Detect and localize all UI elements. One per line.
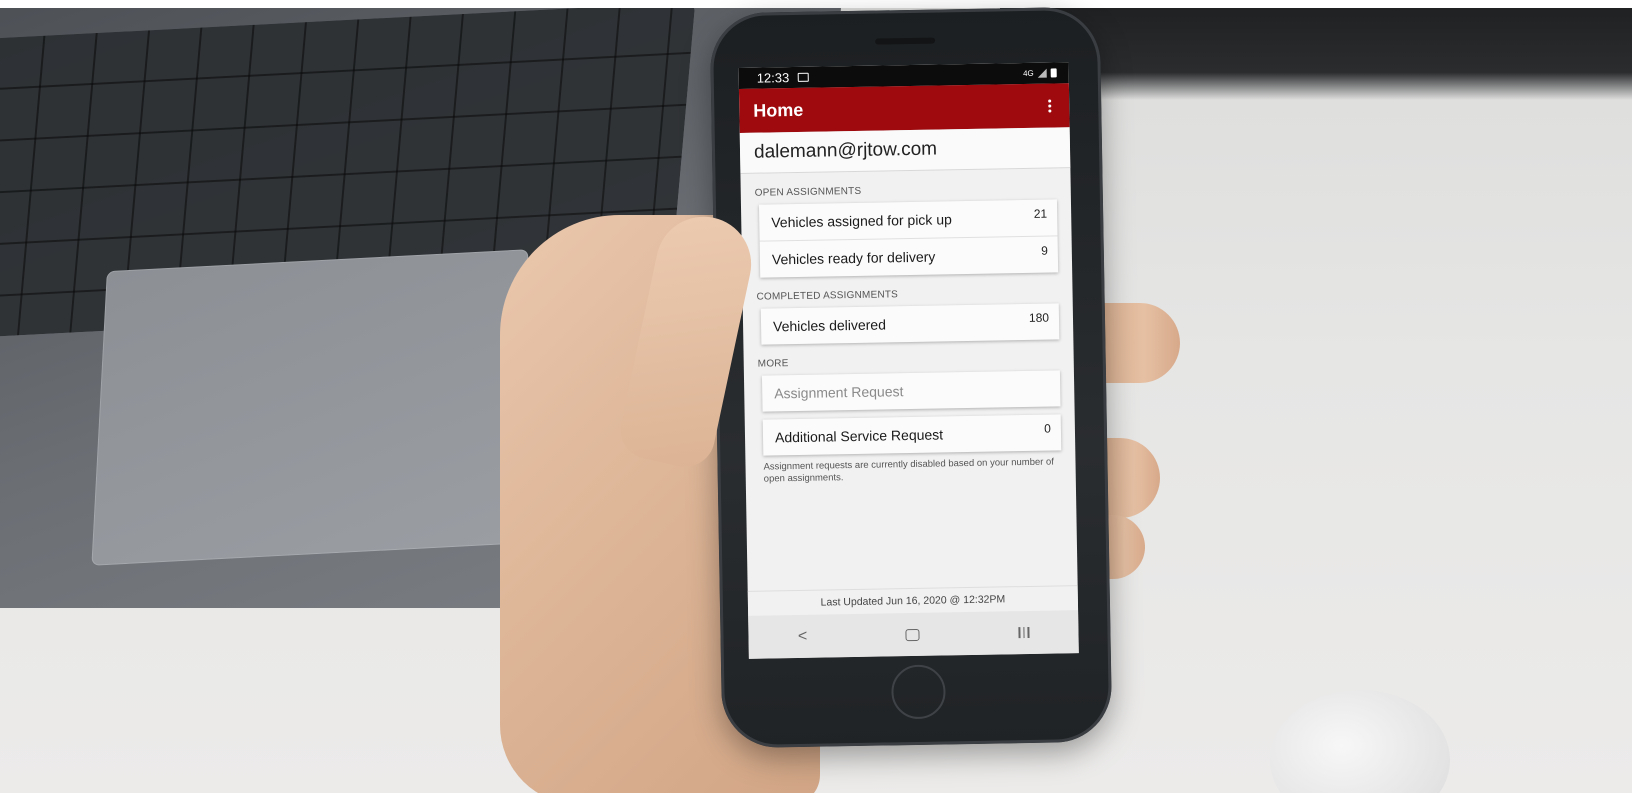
assignment-request-label: Assignment Request (774, 383, 904, 402)
recent-apps-icon[interactable] (1018, 626, 1030, 639)
count-badge: 21 (1033, 206, 1048, 221)
phone-home-key[interactable] (891, 664, 946, 720)
home-icon[interactable] (905, 628, 921, 641)
more-options-icon[interactable] (1044, 95, 1055, 116)
back-icon[interactable]: < (798, 627, 808, 645)
bar (1018, 627, 1021, 639)
list-item-delivery-ready[interactable]: Vehicles ready for delivery 9 (759, 235, 1059, 278)
additional-service-request-button[interactable]: Additional Service Request 0 (763, 414, 1062, 455)
additional-service-card: Additional Service Request 0 (762, 414, 1062, 456)
count-badge: 0 (1044, 421, 1052, 436)
page-title: Home (753, 99, 804, 121)
section-label-more: MORE (757, 358, 789, 370)
phone-earpiece (875, 37, 936, 45)
dot (1048, 109, 1052, 113)
section-label-completed: COMPLETED ASSIGNMENTS (756, 289, 899, 303)
system-nav-bar: < (748, 610, 1079, 659)
section-label-open: OPEN ASSIGNMENTS (754, 185, 862, 199)
assignment-request-button[interactable]: Assignment Request (762, 370, 1061, 411)
image-notification-icon (797, 72, 809, 82)
top-border (0, 0, 1632, 8)
laptop-trackpad (91, 249, 529, 566)
dot (1048, 104, 1052, 108)
phone: 12:33 4G Home dalemann@rjtow.com OPEN AS… (709, 6, 1113, 749)
list-item-label: Vehicles ready for delivery (771, 248, 936, 268)
battery-icon (1050, 68, 1057, 78)
count-badge: 9 (1040, 243, 1048, 258)
list-item-pickup[interactable]: Vehicles assigned for pick up 21 (759, 199, 1058, 240)
phone-screen: 12:33 4G Home dalemann@rjtow.com OPEN AS… (738, 62, 1079, 659)
status-time: 12:33 (756, 70, 790, 86)
count-badge: 180 (1028, 310, 1050, 325)
account-email: dalemann@rjtow.com (739, 127, 1071, 174)
network-type: 4G (1022, 68, 1034, 78)
open-assignments-card: Vehicles assigned for pick up 21 Vehicle… (758, 199, 1059, 278)
dot (1048, 99, 1052, 103)
disabled-note: Assignment requests are currently disabl… (763, 456, 1055, 485)
list-item-label: Vehicles assigned for pick up (771, 211, 952, 231)
bar (1023, 627, 1025, 639)
assignment-request-card: Assignment Request (761, 370, 1061, 412)
completed-assignments-card: Vehicles delivered 180 (760, 303, 1060, 345)
home-content: OPEN ASSIGNMENTS Vehicles assigned for p… (741, 182, 1076, 486)
list-item-delivered[interactable]: Vehicles delivered 180 (761, 303, 1060, 344)
app-bar: Home (738, 83, 1070, 133)
bottom-border (0, 793, 1632, 801)
status-left: 12:33 (757, 70, 809, 86)
bar (1027, 626, 1030, 639)
list-item-label: Additional Service Request (774, 426, 944, 446)
signal-icon (1037, 68, 1047, 78)
status-right: 4G (1023, 68, 1057, 78)
list-item-label: Vehicles delivered (772, 316, 887, 335)
